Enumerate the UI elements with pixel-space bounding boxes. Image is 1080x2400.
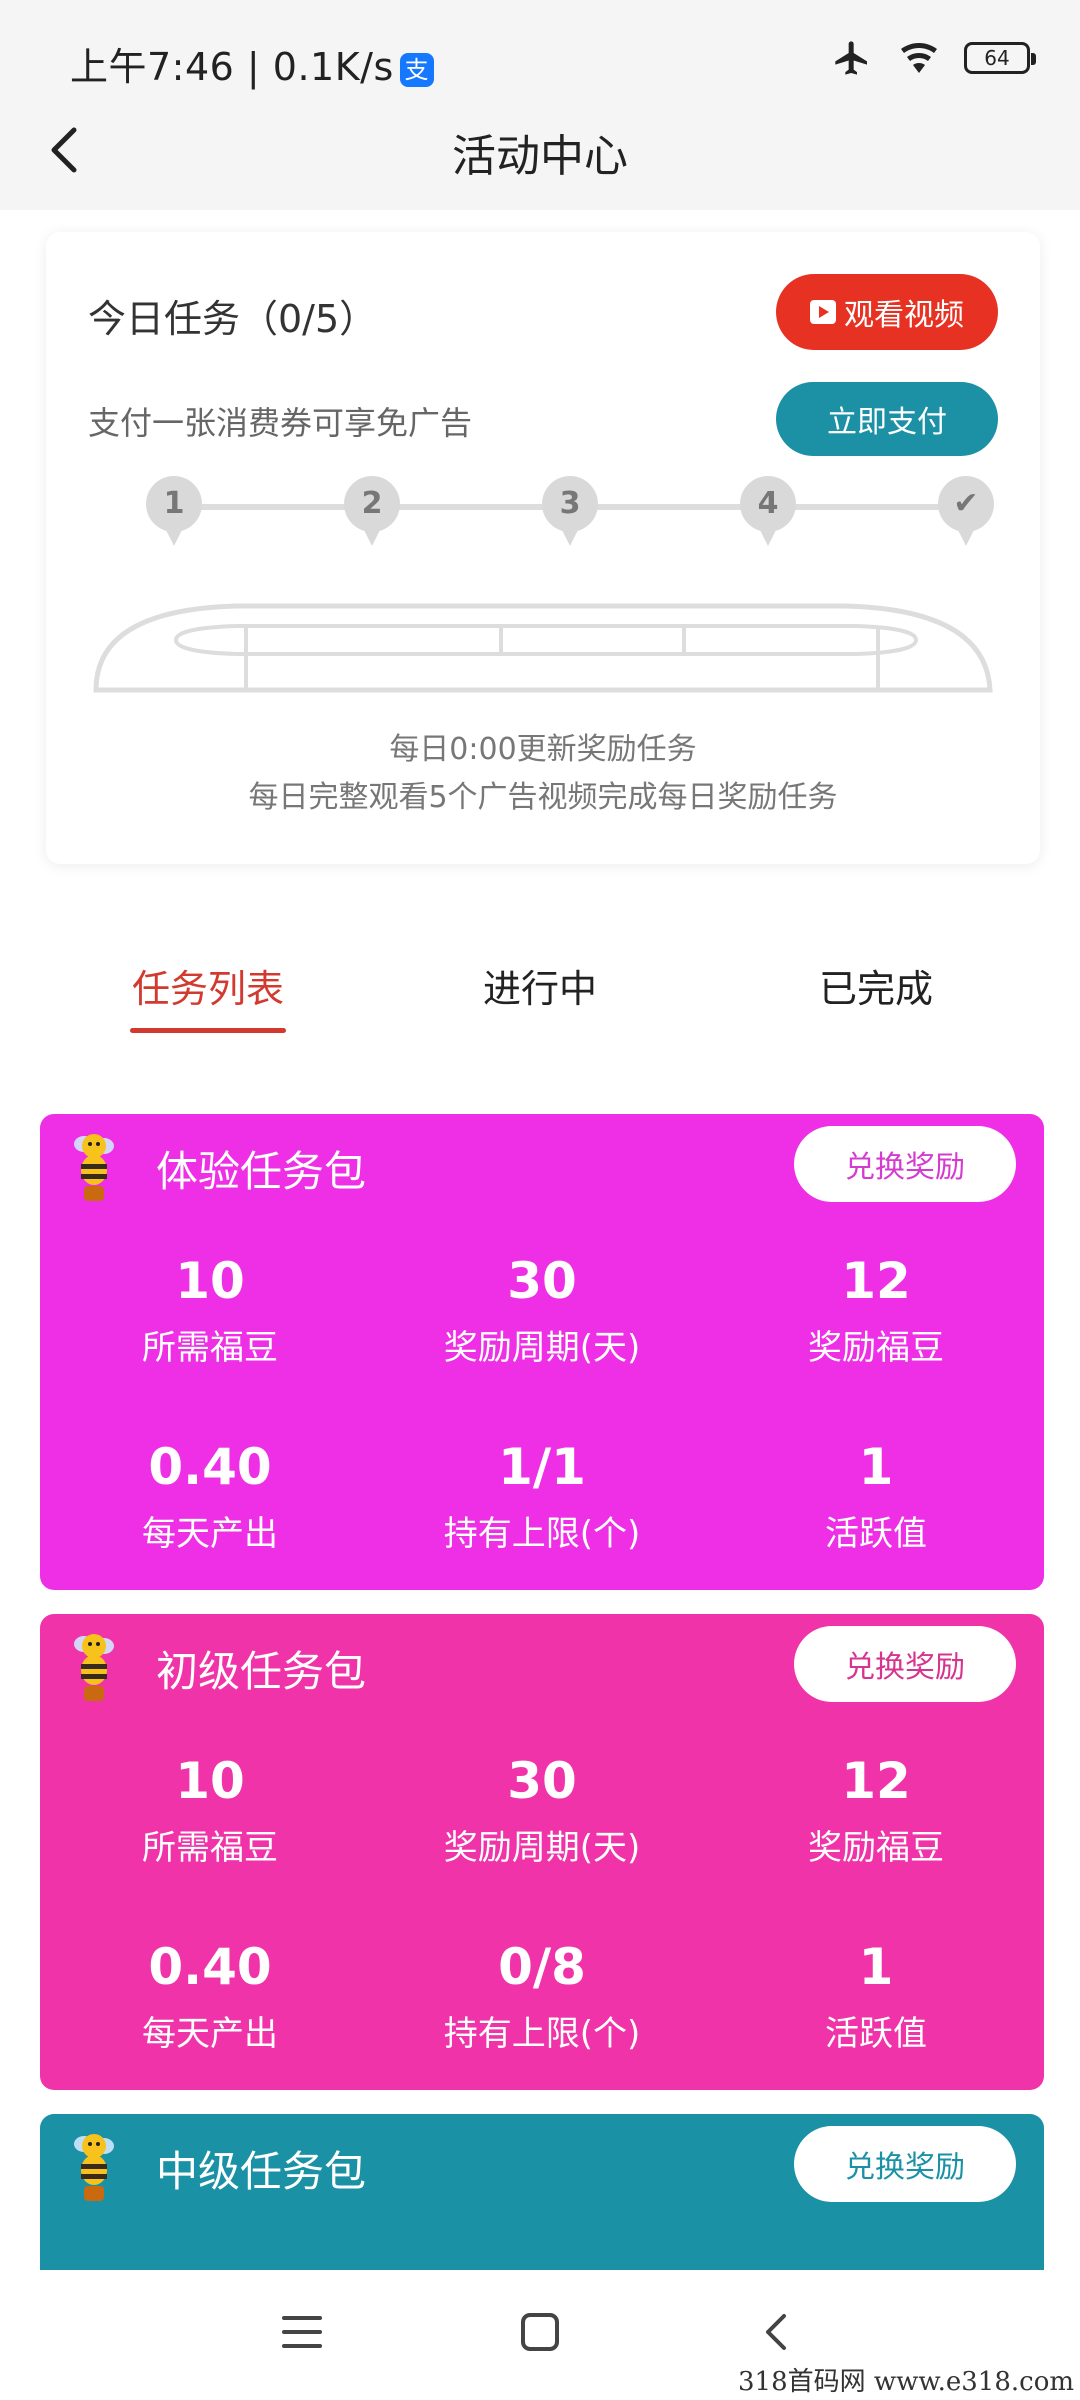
task-description-text: 每日完整观看5个广告视频完成每日奖励任务 <box>248 780 838 815</box>
progress-step-1: 1 <box>146 476 202 546</box>
package-title: 初级任务包 <box>156 1647 367 1696</box>
holding-limit-value: 1/1 <box>498 1438 586 1496</box>
activity-value: 1 <box>858 1938 894 1996</box>
task-package-card: 初级任务包 兑换奖励 10 所需福豆 30 奖励周期(天) 12 奖励福豆 0.… <box>40 1614 1044 2090</box>
reward-beans-label: 奖励福豆 <box>808 1328 944 1368</box>
required-beans-label: 所需福豆 <box>142 1328 278 1368</box>
video-icon <box>810 300 836 324</box>
system-back-icon[interactable] <box>756 2310 800 2354</box>
watermark: 318首码网 www.e318.com <box>738 2367 1074 2397</box>
holding-limit-label: 持有上限(个) <box>443 1514 641 1554</box>
redeem-reward-button[interactable]: 兑换奖励 <box>794 1626 1016 1702</box>
alipay-icon: 支 <box>399 53 434 87</box>
bee-icon <box>74 1134 114 1201</box>
holding-limit-label: 持有上限(个) <box>443 2014 641 2054</box>
reward-period-value: 30 <box>507 1252 577 1310</box>
tab-task-list[interactable]: 任务列表 <box>130 958 286 1013</box>
pay-now-button[interactable]: 立即支付 <box>776 382 998 456</box>
redeem-reward-button[interactable]: 兑换奖励 <box>794 2126 1016 2202</box>
daily-output-value: 0.40 <box>148 1938 272 1996</box>
ad-free-text: 支付一张消费券可享免广告 <box>88 404 473 442</box>
holding-limit-value: 0/8 <box>498 1938 586 1996</box>
task-tabs: 任务列表 进行中 已完成 <box>0 950 1080 1040</box>
watch-video-button[interactable]: 观看视频 <box>776 274 998 350</box>
progress-step-complete-check-icon: ✔ <box>938 476 994 546</box>
task-package-card: 体验任务包 兑换奖励 10 所需福豆 30 奖励周期(天) 12 奖励福豆 0.… <box>40 1114 1044 1590</box>
required-beans-label: 所需福豆 <box>142 1828 278 1868</box>
daily-output-value: 0.40 <box>148 1438 272 1496</box>
daily-output-label: 每天产出 <box>142 1514 278 1554</box>
progress-step-3: 3 <box>542 476 598 546</box>
update-info-text: 每日0:00更新奖励任务 <box>389 732 697 767</box>
tab-in-progress[interactable]: 进行中 <box>462 958 618 1013</box>
train-icon <box>93 603 993 693</box>
package-title: 体验任务包 <box>156 1147 367 1196</box>
active-tab-indicator <box>130 1028 286 1033</box>
daily-task-title: 今日任务（0/5） <box>88 297 378 341</box>
daily-output-label: 每天产出 <box>142 2014 278 2054</box>
home-icon[interactable] <box>518 2310 562 2354</box>
daily-task-card: 今日任务（0/5） 观看视频 支付一张消费券可享免广告 立即支付 1 2 3 4… <box>46 232 1040 864</box>
required-beans-value: 10 <box>175 1252 245 1310</box>
activity-value: 1 <box>858 1438 894 1496</box>
bee-icon <box>74 1634 114 1701</box>
reward-beans-value: 12 <box>841 1752 911 1810</box>
status-time: 上午7:46 | 0.1K/s 支 <box>70 36 434 91</box>
activity-label: 活跃值 <box>825 1514 927 1554</box>
page-title: 活动中心 <box>452 131 628 182</box>
package-title: 中级任务包 <box>156 2147 367 2196</box>
wifi-icon <box>901 43 937 73</box>
required-beans-value: 10 <box>175 1752 245 1810</box>
tab-completed[interactable]: 已完成 <box>798 958 954 1013</box>
reward-beans-value: 12 <box>841 1252 911 1310</box>
reward-beans-label: 奖励福豆 <box>808 1828 944 1868</box>
menu-icon[interactable] <box>280 2310 324 2354</box>
battery-icon: 64 <box>964 42 1036 74</box>
watch-video-label: 观看视频 <box>844 298 964 333</box>
airplane-mode-icon <box>835 41 867 75</box>
navbar: 活动中心 <box>0 90 1080 210</box>
reward-period-value: 30 <box>507 1752 577 1810</box>
bee-icon <box>74 2134 114 2201</box>
reward-period-label: 奖励周期(天) <box>443 1828 641 1868</box>
reward-period-label: 奖励周期(天) <box>443 1328 641 1368</box>
redeem-reward-button[interactable]: 兑换奖励 <box>794 1126 1016 1202</box>
activity-label: 活跃值 <box>825 2014 927 2054</box>
progress-step-4: 4 <box>740 476 796 546</box>
progress-step-2: 2 <box>344 476 400 546</box>
